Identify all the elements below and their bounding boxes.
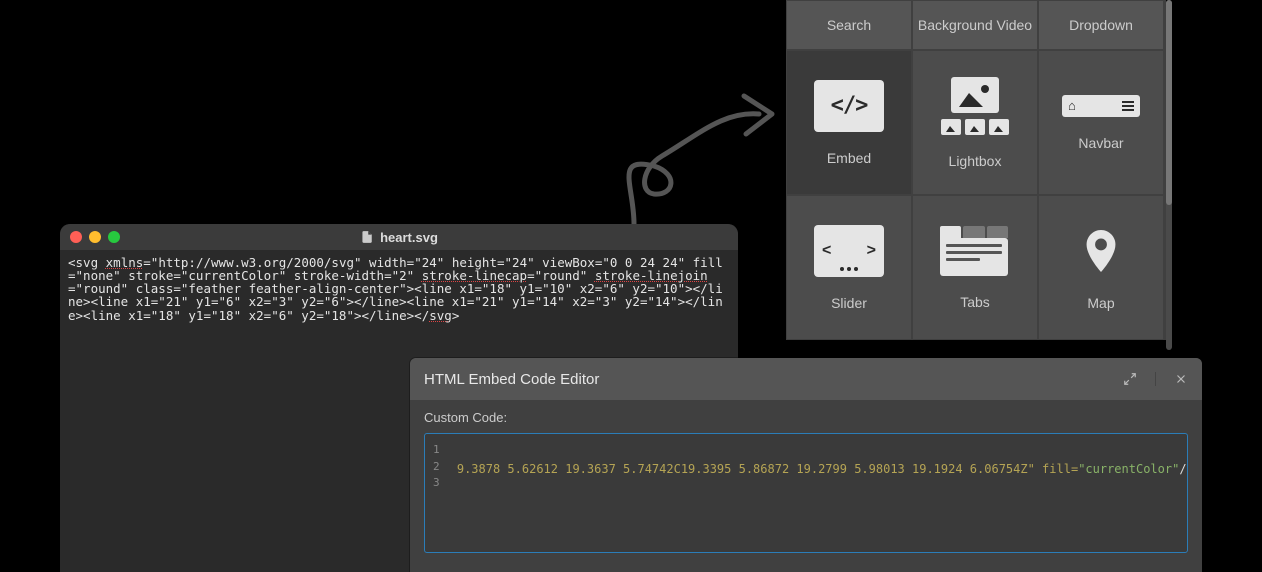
editor-filename: heart.svg [360,230,438,245]
editor-content[interactable]: <svg xmlns="http://www.w3.org/2000/svg" … [60,250,738,328]
embed-titlebar[interactable]: HTML Embed Code Editor [410,358,1202,400]
component-label: Lightbox [949,153,1002,169]
panel-header-search[interactable]: Search [786,0,912,50]
component-embed[interactable]: </> Embed [786,50,912,195]
close-icon[interactable] [1155,372,1188,386]
component-lightbox[interactable]: Lightbox [912,50,1038,195]
component-navbar[interactable]: ⌂ Navbar [1038,50,1164,195]
embed-icon: </> [814,80,884,132]
map-pin-icon [1066,225,1136,277]
component-label: Embed [827,150,871,166]
code-content: 9.3878 5.62612 19.3637 5.74742C19.3395 5… [446,434,1187,552]
component-slider[interactable]: < > Slider [786,195,912,340]
file-icon [360,230,374,244]
tabs-icon [940,226,1010,276]
line-gutter: 1 2 3 [425,434,446,552]
expand-icon[interactable] [1123,372,1137,386]
component-label: Map [1087,295,1114,311]
slider-icon: < > [814,225,884,277]
component-label: Tabs [960,294,990,310]
window-minimize-icon[interactable] [89,231,101,243]
code-textarea[interactable]: 1 2 3 9.3878 5.62612 19.3637 5.74742C19.… [424,433,1188,553]
component-map[interactable]: Map [1038,195,1164,340]
component-tabs[interactable]: Tabs [912,195,1038,340]
scrollbar-thumb[interactable] [1166,0,1172,205]
window-close-icon[interactable] [70,231,82,243]
custom-code-label: Custom Code: [410,400,1202,433]
component-label: Navbar [1078,135,1123,151]
window-zoom-icon[interactable] [108,231,120,243]
embed-editor-title: HTML Embed Code Editor [424,371,599,388]
lightbox-icon [941,77,1009,135]
embed-editor-window: HTML Embed Code Editor Custom Code: 1 2 … [410,358,1202,572]
panel-header-dropdown[interactable]: Dropdown [1038,0,1164,50]
component-label: Slider [831,295,867,311]
arrow-doodle-icon [604,56,794,236]
editor-titlebar[interactable]: heart.svg [60,224,738,250]
navbar-icon: ⌂ [1062,95,1140,117]
panel-header-bgvideo[interactable]: Background Video [912,0,1038,50]
component-panel: Search Background Video Dropdown </> Emb… [786,0,1166,340]
